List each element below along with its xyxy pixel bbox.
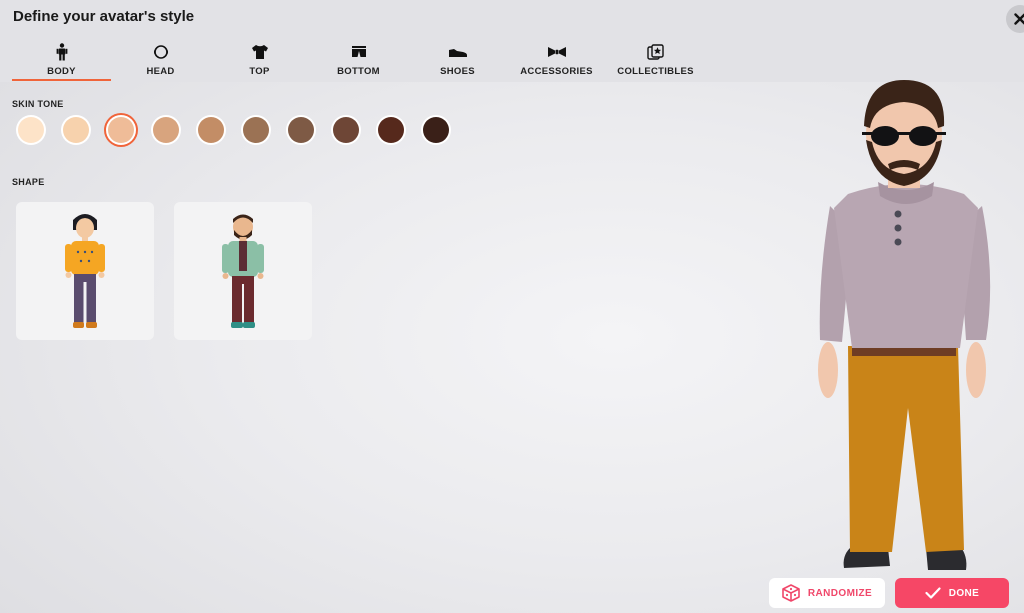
skin-swatch[interactable] xyxy=(18,117,44,143)
shape-option-slim[interactable] xyxy=(16,202,154,340)
category-tabs: BODY HEAD TOP BOTTOM SHOES ACCESSORIES C… xyxy=(12,40,705,82)
skin-swatch[interactable] xyxy=(288,117,314,143)
tab-label: HEAD xyxy=(146,66,175,77)
dice-icon xyxy=(782,584,800,602)
tab-head[interactable]: HEAD xyxy=(111,40,210,80)
avatar-figure xyxy=(818,80,991,570)
tab-accessories[interactable]: ACCESSORIES xyxy=(507,40,606,80)
close-button[interactable] xyxy=(1006,5,1024,33)
shape-option-regular[interactable] xyxy=(174,202,312,340)
tab-body[interactable]: BODY xyxy=(12,40,111,81)
skin-swatch[interactable] xyxy=(198,117,224,143)
skin-tone-swatches xyxy=(18,117,468,143)
tab-top[interactable]: TOP xyxy=(210,40,309,80)
tab-collectibles[interactable]: COLLECTIBLES xyxy=(606,40,705,80)
body-icon xyxy=(56,43,67,61)
randomize-label: RANDOMIZE xyxy=(807,587,873,599)
tab-label: TOP xyxy=(249,66,270,77)
header-bar: Define your avatar's style BODY HEAD TOP… xyxy=(0,0,1024,82)
avatar-thumbnail xyxy=(65,214,105,328)
checkmark-icon xyxy=(925,587,941,599)
close-icon xyxy=(1014,13,1024,25)
shape-options xyxy=(16,202,332,340)
skin-swatch[interactable] xyxy=(423,117,449,143)
shoe-icon xyxy=(448,49,467,57)
bowtie-icon xyxy=(547,47,566,57)
tab-bottom[interactable]: BOTTOM xyxy=(309,40,408,80)
skin-swatch[interactable] xyxy=(153,117,179,143)
shirt-icon xyxy=(251,45,268,59)
tab-label: BODY xyxy=(47,66,76,77)
skin-swatch[interactable] xyxy=(378,117,404,143)
tab-shoes[interactable]: SHOES xyxy=(408,40,507,80)
tab-label: COLLECTIBLES xyxy=(617,66,694,77)
skin-swatch[interactable] xyxy=(333,117,359,143)
randomize-button[interactable]: RANDOMIZE xyxy=(769,578,885,608)
skin-swatch[interactable] xyxy=(63,117,89,143)
tab-label: SHOES xyxy=(440,66,475,77)
skin-tone-label: SKIN TONE xyxy=(12,99,64,109)
tab-label: ACCESSORIES xyxy=(520,66,593,77)
tab-label: BOTTOM xyxy=(337,66,380,77)
avatar-thumbnail xyxy=(222,214,264,328)
avatar-3d-preview[interactable] xyxy=(808,78,1004,598)
done-button[interactable]: DONE xyxy=(895,578,1009,608)
done-label: DONE xyxy=(948,587,980,599)
skin-swatch[interactable] xyxy=(108,117,134,143)
skin-swatch[interactable] xyxy=(243,117,269,143)
star-cards-icon xyxy=(646,44,664,60)
head-icon xyxy=(153,45,168,59)
shorts-icon xyxy=(351,46,366,57)
page-title: Define your avatar's style xyxy=(13,8,195,25)
shape-label: SHAPE xyxy=(12,177,45,187)
